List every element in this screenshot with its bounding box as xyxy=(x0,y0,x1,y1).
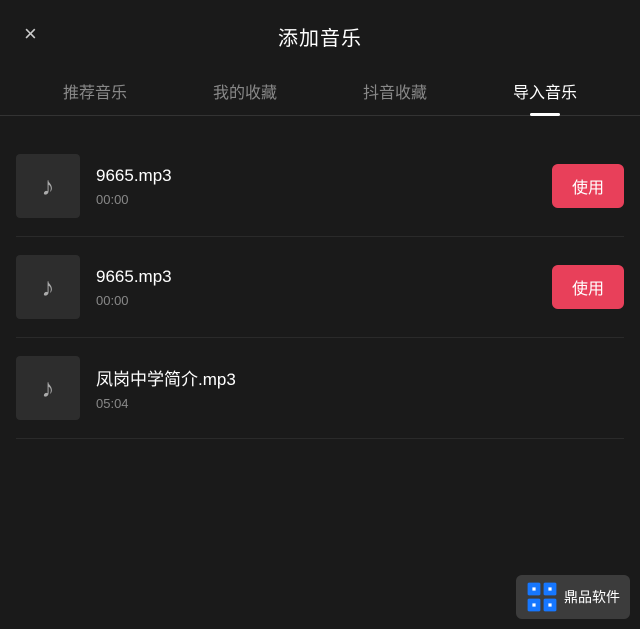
brand-logo-icon xyxy=(526,581,558,613)
music-info: 凤岗中学简介.mp3 05:04 xyxy=(96,365,624,411)
list-item: ♪ 凤岗中学简介.mp3 05:04 xyxy=(16,338,624,439)
tab-douyin[interactable]: 抖音收藏 xyxy=(363,79,427,115)
use-button[interactable]: 使用 xyxy=(552,164,624,208)
brand-name: 鼎品软件 xyxy=(564,587,620,607)
watermark: 鼎品软件 xyxy=(516,575,630,619)
music-info: 9665.mp3 00:00 xyxy=(96,166,540,207)
music-name: 9665.mp3 xyxy=(96,267,540,287)
use-button[interactable]: 使用 xyxy=(552,265,624,309)
music-name: 9665.mp3 xyxy=(96,166,540,186)
music-duration: 00:00 xyxy=(96,293,540,308)
tab-bar: 推荐音乐 我的收藏 抖音收藏 导入音乐 xyxy=(0,67,640,116)
page-title: 添加音乐 xyxy=(278,22,362,51)
tab-recommended[interactable]: 推荐音乐 xyxy=(63,79,127,115)
close-button[interactable]: × xyxy=(24,23,37,45)
tab-favorites[interactable]: 我的收藏 xyxy=(213,79,277,115)
music-list: ♪ 9665.mp3 00:00 使用 ♪ 9665.mp3 00:00 使用 … xyxy=(0,126,640,449)
music-thumbnail: ♪ xyxy=(16,356,80,420)
list-item: ♪ 9665.mp3 00:00 使用 xyxy=(16,136,624,237)
music-duration: 05:04 xyxy=(96,396,624,411)
header: × 添加音乐 xyxy=(0,0,640,67)
music-name: 凤岗中学简介.mp3 xyxy=(96,365,624,390)
music-note-icon: ♪ xyxy=(42,171,55,202)
music-info: 9665.mp3 00:00 xyxy=(96,267,540,308)
music-note-icon: ♪ xyxy=(42,272,55,303)
tab-import[interactable]: 导入音乐 xyxy=(513,79,577,115)
music-note-icon: ♪ xyxy=(42,373,55,404)
music-thumbnail: ♪ xyxy=(16,255,80,319)
music-duration: 00:00 xyxy=(96,192,540,207)
music-thumbnail: ♪ xyxy=(16,154,80,218)
list-item: ♪ 9665.mp3 00:00 使用 xyxy=(16,237,624,338)
